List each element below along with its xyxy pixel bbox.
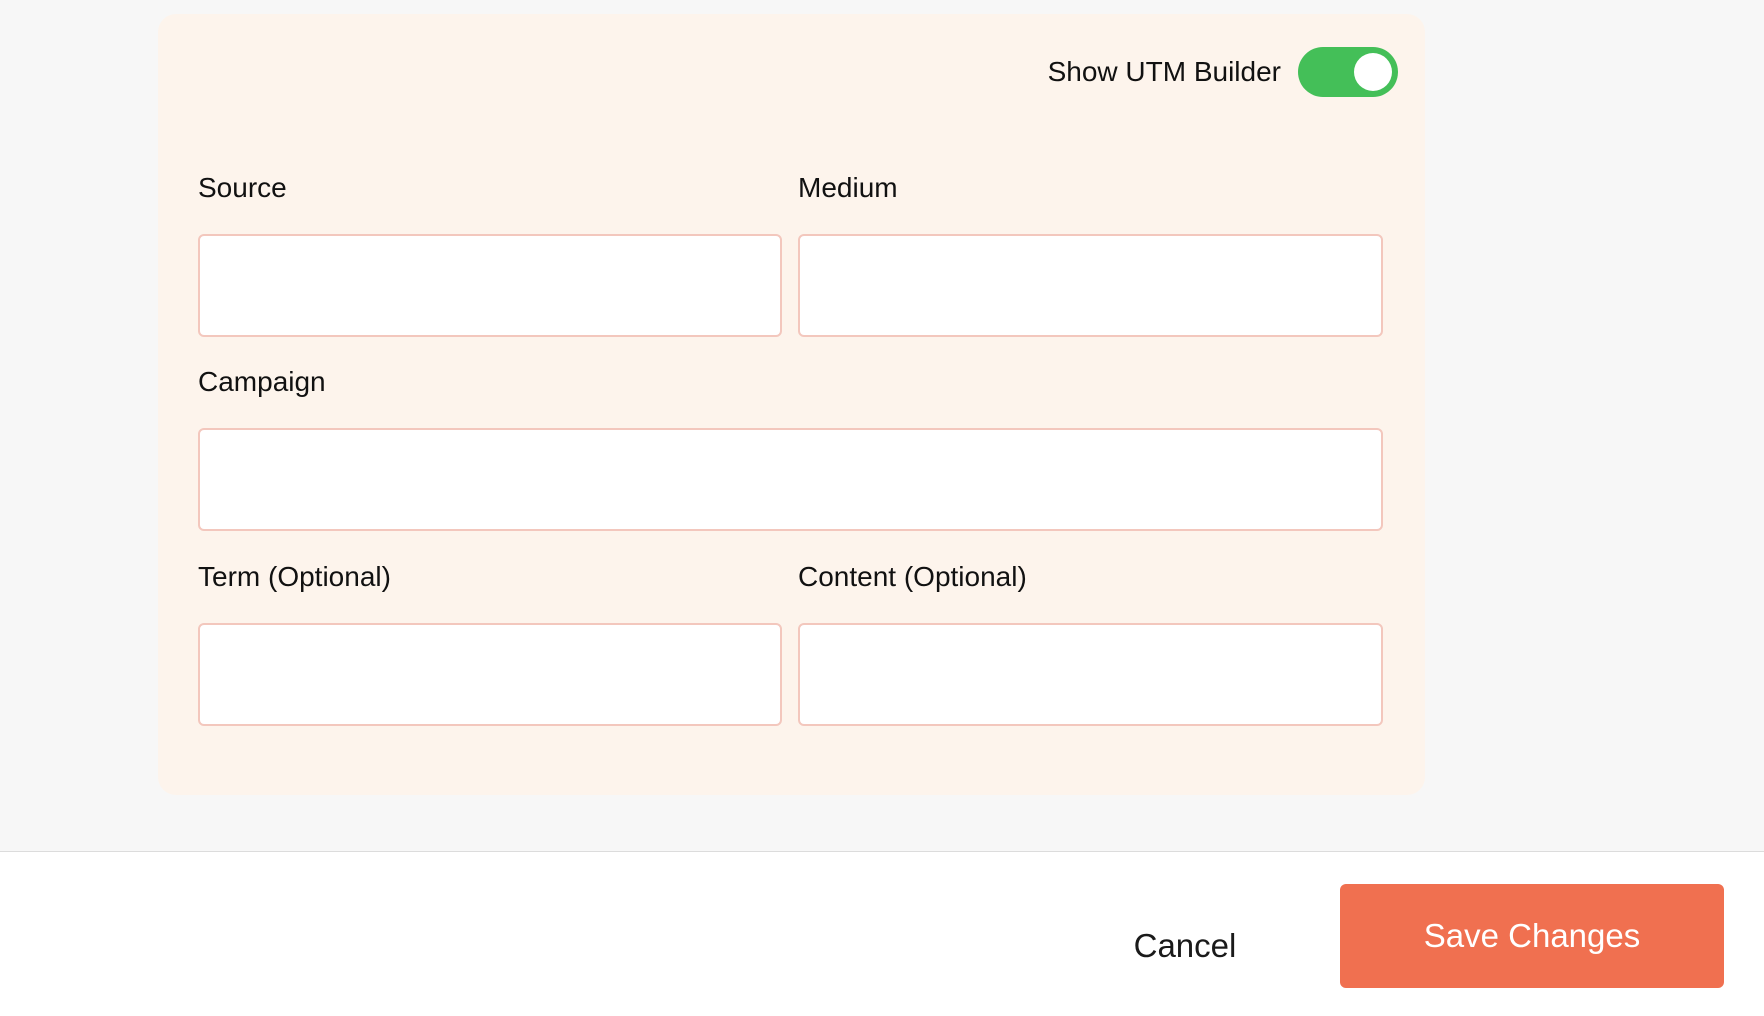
term-input[interactable] [198,623,782,726]
cancel-button[interactable]: Cancel [1105,916,1265,976]
medium-input[interactable] [798,234,1383,337]
toggle-label: Show UTM Builder [1047,56,1281,87]
source-label: Source [198,172,287,203]
medium-label: Medium [798,172,898,203]
utm-builder-toggle-row: Show UTM Builder [1048,47,1398,97]
term-label: Term (Optional) [198,561,391,592]
source-input[interactable] [198,234,782,337]
utm-builder-panel: Show UTM Builder Source Medium Campaign … [158,14,1425,795]
campaign-label: Campaign [198,366,326,397]
save-changes-button[interactable]: Save Changes [1340,884,1724,988]
campaign-input[interactable] [198,428,1383,531]
content-label: Content (Optional) [798,561,1027,592]
show-utm-builder-toggle[interactable] [1298,47,1398,97]
toggle-knob [1354,53,1392,91]
content-input[interactable] [798,623,1383,726]
modal-footer: Cancel Save Changes [0,852,1764,1016]
